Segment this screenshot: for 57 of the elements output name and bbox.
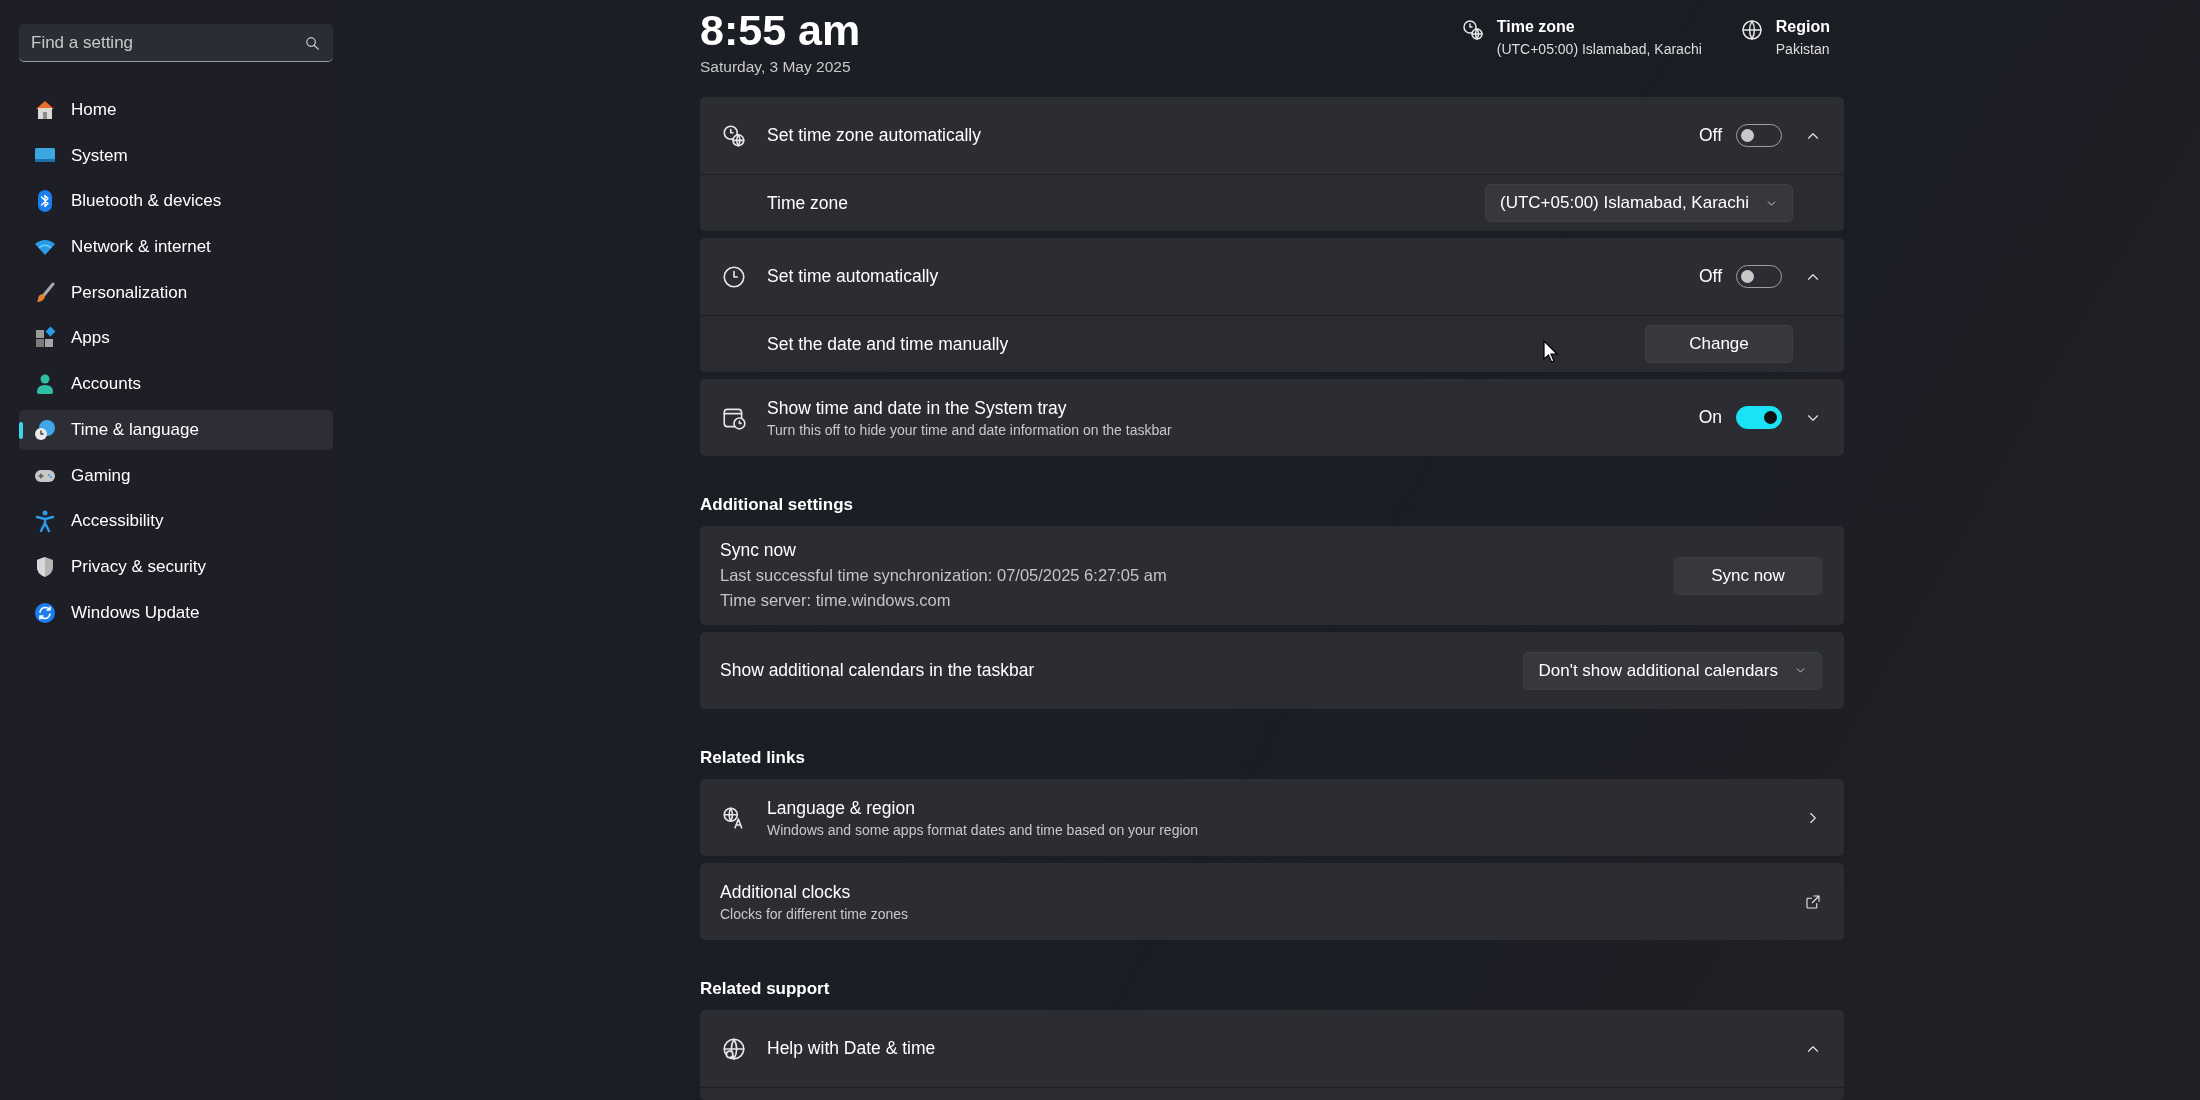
current-time: 8:55 am xyxy=(700,5,861,56)
nav-item[interactable]: Windows Update xyxy=(19,592,333,633)
nav-item[interactable]: Gaming xyxy=(19,455,333,496)
nav-item[interactable]: Home xyxy=(19,90,333,130)
clock-globe-icon xyxy=(1460,18,1485,42)
accessibility-figure-icon xyxy=(33,509,57,534)
nav-item[interactable]: Privacy & security xyxy=(19,546,333,587)
setting-detail: Last successful time synchronization: 07/05/2025 6:27:05 am xyxy=(720,565,1168,586)
toggle-state-label: Off xyxy=(1698,125,1722,146)
nav-item[interactable]: Accessibility xyxy=(19,501,333,542)
sync-arrows-icon xyxy=(33,600,57,625)
info-title: Time zone xyxy=(1496,18,1576,36)
nav-item[interactable]: Network & internet xyxy=(19,227,333,268)
action-button[interactable]: Sync now xyxy=(1674,556,1822,595)
setting-title: Additional clocks xyxy=(720,881,852,903)
setting-title: Show additional calendars in the taskbar xyxy=(720,660,1036,681)
section-heading: Related links xyxy=(700,747,806,769)
settings-card[interactable]: Language & region Windows and some apps format dates and time based on your region xyxy=(700,779,1844,856)
setting-title: Show time and date in the System tray xyxy=(767,397,1068,419)
info-value: (UTC+05:00) Islamabad, Karachi xyxy=(1496,41,1702,57)
globe-search-icon xyxy=(721,1035,747,1062)
setting-label: Set the date and time manually xyxy=(767,333,1009,355)
setting-title: Set time zone automatically xyxy=(767,125,982,146)
globe-clock-icon xyxy=(33,417,57,442)
setting-title: Help with Date & time xyxy=(767,1038,937,1059)
search-icon[interactable] xyxy=(304,35,321,52)
nav-item[interactable]: Time & language xyxy=(19,409,333,450)
action-button[interactable]: Change xyxy=(1645,325,1793,363)
setting-description: Clocks for different time zones xyxy=(720,905,910,922)
current-date: Saturday, 3 May 2025 xyxy=(700,58,852,76)
nav-item[interactable]: Apps xyxy=(19,318,333,359)
nav-item[interactable]: Personalization xyxy=(19,272,333,313)
setting-detail: Time server: time.windows.com xyxy=(720,590,952,611)
clock-icon xyxy=(721,263,747,290)
nav-item[interactable]: System xyxy=(19,135,333,176)
nav-item[interactable]: Bluetooth & devices xyxy=(19,181,333,222)
nav-item[interactable]: Accounts xyxy=(19,364,333,405)
globe-icon xyxy=(1739,18,1764,42)
setting-title: Language & region xyxy=(767,797,916,819)
section-heading: Additional settings xyxy=(700,494,854,516)
settings-card[interactable]: Additional clocks Clocks for different time zones xyxy=(700,863,1844,940)
search-field[interactable]: Find a setting xyxy=(19,24,333,62)
dropdown[interactable]: (UTC+05:00) Islamabad, Karachi xyxy=(1485,184,1793,222)
clock-globe-icon xyxy=(721,122,747,149)
setting-title: Set time automatically xyxy=(767,266,940,287)
toggle-switch[interactable] xyxy=(1736,406,1782,429)
setting-title: Sync now xyxy=(720,540,797,561)
info-title: Region xyxy=(1775,18,1830,36)
dropdown[interactable]: Don't show additional calendars xyxy=(1523,651,1822,690)
mouse-cursor-icon xyxy=(1543,340,1559,364)
setting-description: Windows and some apps format dates and time based on your region xyxy=(767,821,1200,838)
section-heading: Related support xyxy=(700,978,831,1000)
toggle-state-label: Off xyxy=(1698,266,1722,287)
setting-label: Time zone xyxy=(767,192,849,214)
info-value: Pakistan xyxy=(1775,41,1830,57)
toggle-state-label: On xyxy=(1698,407,1722,428)
setting-description: Turn this off to hide your time and date information on the taskbar xyxy=(767,421,1173,438)
